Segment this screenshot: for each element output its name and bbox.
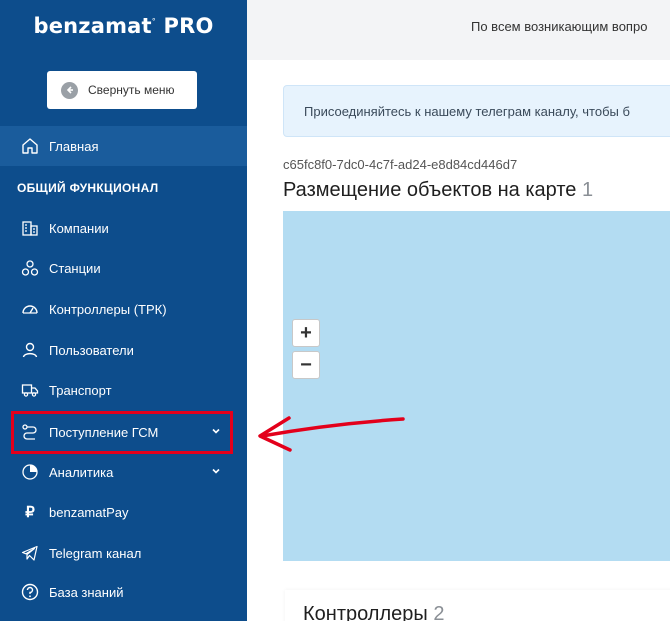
controllers-title: Контроллеры 2	[303, 603, 444, 621]
controllers-title-text: Контроллеры	[303, 603, 428, 621]
sidebar-item-controllers[interactable]: Контроллеры (ТРК)	[0, 289, 247, 329]
minus-icon: −	[300, 353, 312, 376]
gauge-icon	[20, 299, 40, 319]
sidebar-item-companies[interactable]: Компании	[0, 208, 247, 248]
sidebar-item-label: Аналитика	[49, 464, 114, 480]
sidebar-item-label: База знаний	[49, 584, 124, 600]
map-view[interactable]: + −	[283, 211, 670, 561]
sidebar: benzamat° PRO Свернуть меню Главная ОБЩИ…	[0, 0, 247, 621]
telegram-icon	[20, 543, 40, 563]
sidebar-item-knowledge-base[interactable]: База знаний	[0, 572, 247, 612]
telegram-banner[interactable]: Присоединяйтесь к нашему телеграм каналу…	[283, 85, 670, 137]
brand-name: benzamat	[33, 14, 152, 38]
pie-chart-icon	[20, 462, 40, 482]
nodes-icon	[20, 258, 40, 278]
sidebar-item-home[interactable]: Главная	[0, 126, 247, 166]
banner-text: Присоединяйтесь к нашему телеграм каналу…	[304, 104, 630, 119]
user-icon	[20, 340, 40, 360]
question-icon	[20, 582, 40, 602]
sidebar-item-label: Telegram канал	[49, 545, 142, 561]
sidebar-item-label: Контроллеры (ТРК)	[49, 301, 167, 317]
sidebar-item-label: benzamatPay	[49, 504, 129, 520]
buildings-icon	[20, 218, 40, 238]
sidebar-item-label: Транспорт	[49, 382, 112, 398]
brand-logo[interactable]: benzamat° PRO	[0, 14, 247, 38]
truck-icon	[20, 380, 40, 400]
collapse-menu-label: Свернуть меню	[88, 83, 175, 97]
map-title-text: Размещение объектов на карте	[283, 179, 577, 201]
ruble-icon: ₽	[25, 504, 35, 521]
zoom-in-button[interactable]: +	[292, 319, 320, 347]
plus-icon: +	[300, 321, 312, 344]
sidebar-item-label: Пользователи	[49, 342, 134, 358]
company-uuid: c65fc8f0-7dc0-4c7f-ad24-e8d84cd446d7	[283, 157, 518, 172]
sidebar-item-analytics[interactable]: Аналитика	[0, 452, 247, 492]
zoom-out-button[interactable]: −	[292, 351, 320, 379]
home-icon	[20, 136, 40, 156]
sidebar-item-benzamatpay[interactable]: ₽ benzamatPay	[0, 492, 247, 532]
sidebar-item-telegram[interactable]: Telegram канал	[0, 533, 247, 573]
top-bar: По всем возникающим вопро	[247, 0, 670, 60]
highlight-annotation-box	[11, 411, 233, 454]
sidebar-item-transport[interactable]: Транспорт	[0, 370, 247, 410]
sidebar-item-stations[interactable]: Станции	[0, 248, 247, 288]
sidebar-item-label: Компании	[49, 220, 109, 236]
collapse-menu-button[interactable]: Свернуть меню	[47, 71, 197, 109]
brand-suffix: PRO	[163, 14, 214, 38]
support-notice: По всем возникающим вопро	[471, 19, 648, 34]
sidebar-item-label: Главная	[49, 138, 99, 154]
arrow-left-icon	[61, 81, 78, 99]
chevron-down-icon[interactable]	[211, 464, 221, 479]
controllers-count: 2	[433, 603, 445, 621]
main-content: Присоединяйтесь к нашему телеграм каналу…	[247, 60, 670, 621]
map-title: Размещение объектов на карте 1	[283, 179, 593, 202]
map-count: 1	[581, 179, 594, 201]
section-title: ОБЩИЙ ФУНКЦИОНАЛ	[17, 181, 159, 195]
sidebar-item-users[interactable]: Пользователи	[0, 330, 247, 370]
brand-mark: °	[151, 17, 156, 26]
sidebar-item-label: Станции	[49, 260, 101, 276]
